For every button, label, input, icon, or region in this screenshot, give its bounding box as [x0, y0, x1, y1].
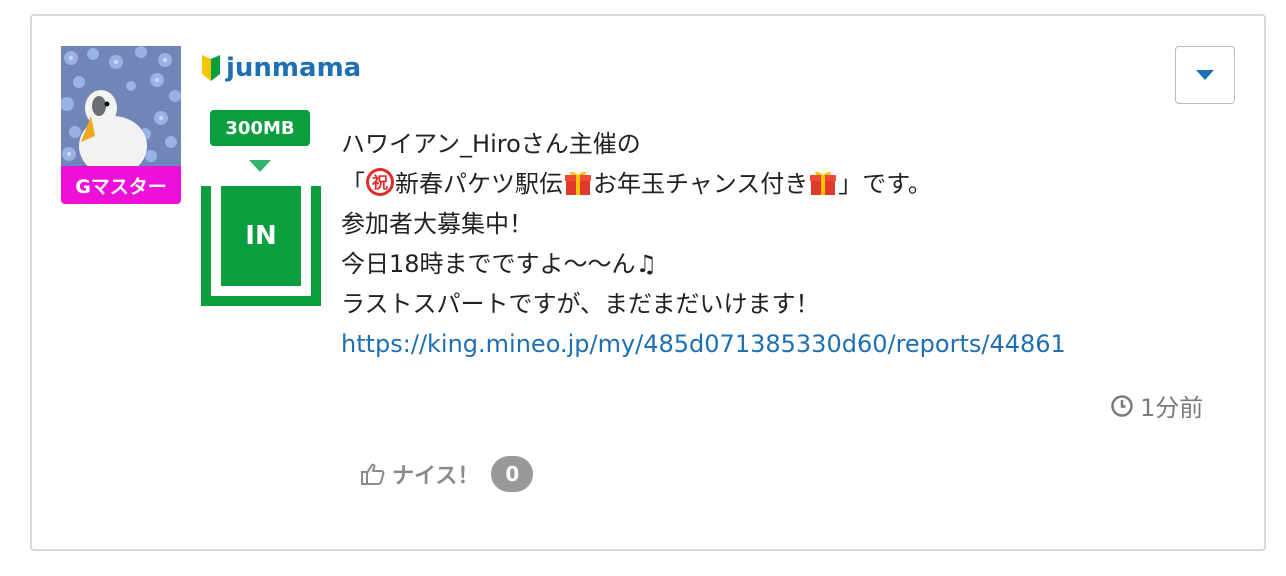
data-amount-badge: 300MB: [210, 110, 310, 146]
report-link[interactable]: https://king.mineo.jp/my/485d071385330d6…: [341, 330, 1066, 358]
post-body: ハワイアン_Hiroさん主催の 「祝新春パケツ駅伝 お年玉チャンス付き 」です。 参…: [341, 124, 1221, 364]
beginner-mark-icon: [202, 55, 220, 81]
clock-icon: [1111, 394, 1133, 417]
post-timestamp: 1分前: [1110, 388, 1203, 423]
post-line-2-open: 「: [341, 170, 365, 198]
rank-badge: Gマスター: [61, 166, 181, 204]
avatar-image: [61, 46, 181, 166]
post-line-2-b: お年玉チャンス付き: [593, 170, 809, 198]
gift-icon: [565, 171, 591, 195]
data-in-icon: IN: [201, 186, 321, 306]
post-line-3: 参加者大募集中！: [341, 210, 533, 238]
badge-arrow: [249, 160, 271, 172]
svg-text:祝: 祝: [372, 173, 388, 192]
post-line-2-a: 新春パケツ駅伝: [395, 170, 563, 198]
thumbs-up-icon: [361, 463, 385, 485]
post-line-4: 今日18時までですよ〜〜ん♫: [341, 250, 658, 278]
in-label: IN: [221, 186, 301, 286]
like-count-badge: 0: [491, 456, 534, 492]
gift-icon: [810, 171, 837, 195]
post-line-1: ハワイアン_Hiroさん主催の: [341, 130, 641, 158]
circled-ideograph-congratulation-icon: 祝: [366, 168, 394, 196]
username-link[interactable]: junmama: [226, 53, 361, 83]
post-line-5: ラストスパートですが、まだまだいけます！: [341, 290, 820, 318]
post-line-6: https://king.mineo.jp/my/485d071385330d6…: [341, 324, 1221, 364]
caret-down-icon: [1196, 70, 1214, 80]
post-line-2: 「祝新春パケツ駅伝 お年玉チャンス付き 」です。: [341, 164, 1221, 204]
post-line-2-close: 」です。: [838, 170, 932, 198]
user-header: junmama: [200, 50, 361, 86]
post-menu-button[interactable]: [1175, 46, 1235, 104]
timestamp-text: 1分前: [1140, 394, 1204, 422]
like-button[interactable]: ナイス！ 0: [360, 456, 534, 492]
avatar[interactable]: [61, 46, 181, 166]
like-label: ナイス！: [392, 464, 480, 489]
